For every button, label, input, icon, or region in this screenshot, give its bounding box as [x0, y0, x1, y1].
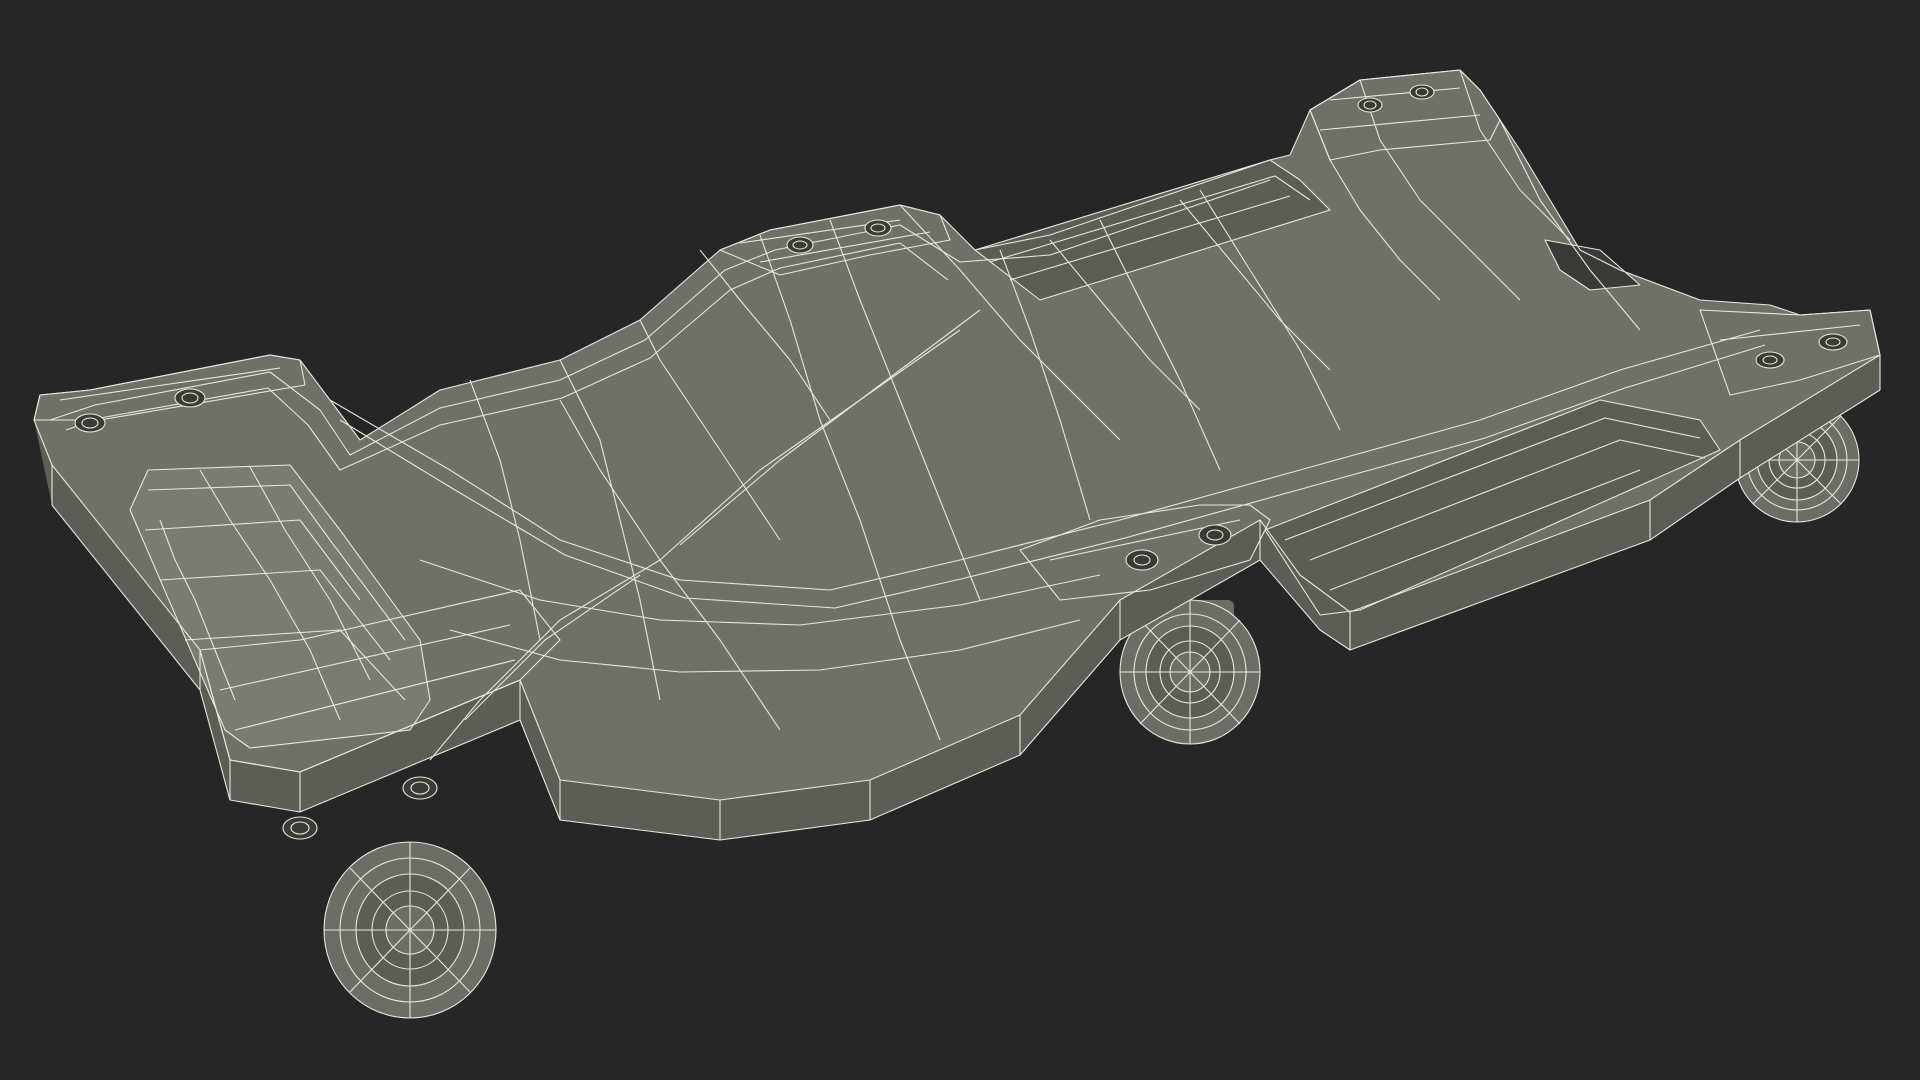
front-left-wheel — [323, 841, 497, 1019]
creeper-render — [33, 69, 1881, 1019]
render-viewport — [0, 0, 1920, 1080]
creeper-body — [33, 69, 1881, 841]
